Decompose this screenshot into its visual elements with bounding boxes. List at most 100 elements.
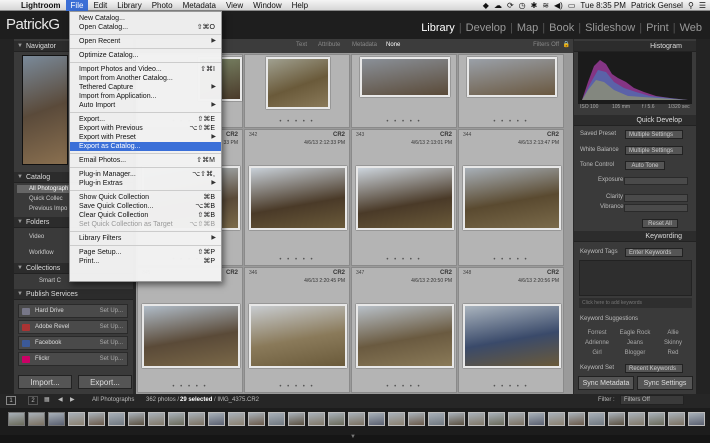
thumbnail[interactable] [249, 166, 347, 230]
suggestion[interactable]: Adrienne [578, 340, 616, 346]
filmstrip-thumb[interactable] [348, 412, 365, 426]
rating-dots[interactable]: • • • • • [245, 384, 349, 390]
import-button[interactable]: Import... [18, 375, 72, 389]
sync-settings-button[interactable]: Sync Settings [637, 376, 693, 390]
filmstrip-thumb[interactable] [388, 412, 405, 426]
menu-item[interactable]: Save Quick Collection... [79, 202, 153, 211]
filmstrip-thumb[interactable] [228, 412, 245, 426]
suggestion[interactable]: Red [654, 350, 692, 356]
menu-photo[interactable]: Photo [147, 0, 178, 11]
rating-dots[interactable]: • • • • • [352, 257, 456, 263]
menu-item[interactable]: Print... [79, 257, 99, 266]
menu-help[interactable]: Help [287, 0, 313, 11]
filmstrip-thumb[interactable] [368, 412, 385, 426]
filmstrip-thumb[interactable] [168, 412, 185, 426]
menu-window[interactable]: Window [248, 0, 286, 11]
thumbnail[interactable] [463, 304, 561, 368]
grid-cell[interactable]: 347 CR2 4/6/13 2:20:50 PM • • • • • [351, 267, 457, 393]
grid-cell[interactable]: 346 CR2 4/6/13 2:20:45 PM • • • • • [244, 267, 350, 393]
menu-metadata[interactable]: Metadata [178, 0, 221, 11]
filmstrip-thumb[interactable] [488, 412, 505, 426]
filmstrip-thumb[interactable] [588, 412, 605, 426]
histogram-header[interactable]: Histogram [574, 41, 696, 52]
filmstrip-thumb[interactable] [128, 412, 145, 426]
module-book[interactable]: Book [545, 22, 578, 34]
lock-icon[interactable]: 🔒 [563, 41, 570, 48]
filmstrip-thumb[interactable] [48, 412, 65, 426]
publish-facebook[interactable]: Facebook Set Up... [18, 336, 128, 350]
grid-icon[interactable]: ▦ [44, 396, 50, 403]
keyword-input[interactable]: Click here to add keywords [579, 298, 692, 308]
filter-none[interactable]: None [386, 42, 400, 48]
battery-icon[interactable]: ▭ [568, 1, 576, 10]
filter-select[interactable]: Filters Off [620, 395, 684, 405]
module-map[interactable]: Map [513, 22, 542, 34]
filmstrip-thumb[interactable] [548, 412, 565, 426]
bluetooth-icon[interactable]: ✱ [531, 1, 538, 10]
source-label[interactable]: All Photographs [92, 397, 134, 403]
list-icon[interactable]: ☰ [699, 1, 706, 10]
menu-item[interactable]: Library Filters [79, 234, 121, 243]
clarity-buttons[interactable] [624, 194, 688, 202]
menu-item[interactable]: Optimize Catalog... [79, 51, 139, 60]
right-edge[interactable] [696, 39, 710, 394]
rating-dots[interactable]: • • • • • [138, 384, 242, 390]
menu-item[interactable]: Clear Quick Collection [79, 211, 148, 220]
grid-cell[interactable]: • • • • • [244, 54, 350, 128]
thumbnail[interactable] [249, 304, 347, 368]
filmstrip-thumb[interactable] [468, 412, 485, 426]
filmstrip-thumb[interactable] [108, 412, 125, 426]
menu-item[interactable]: Open Recent [79, 37, 120, 46]
grid-cell[interactable]: 348 CR2 4/6/13 2:20:56 PM • • • • • [458, 267, 564, 393]
menu-file[interactable]: File [65, 0, 89, 11]
reset-all-button[interactable]: Reset All [642, 219, 678, 228]
suggestion[interactable]: Eagle Rock [616, 330, 654, 336]
grid-cell[interactable]: 344 CR2 4/6/13 2:13:47 PM • • • • • [458, 129, 564, 266]
menu-item[interactable]: Tethered Capture [79, 83, 133, 92]
filmstrip-thumb[interactable] [308, 412, 325, 426]
rating-dots[interactable]: • • • • • [245, 119, 349, 125]
thumbnail[interactable] [360, 57, 450, 97]
white-balance-select[interactable]: Multiple Settings [625, 146, 683, 155]
exposure-buttons[interactable] [624, 177, 688, 185]
filmstrip-thumb[interactable] [628, 412, 645, 426]
menu-item[interactable]: Import from Application... [79, 92, 156, 101]
page-2-button[interactable]: 2 [28, 396, 38, 405]
rating-dots[interactable]: • • • • • [245, 257, 349, 263]
dropbox-icon[interactable]: ◆ [483, 1, 489, 10]
menu-item[interactable]: Email Photos... [79, 156, 126, 165]
menu-item[interactable]: Import Photos and Video... [79, 65, 162, 74]
publish-header[interactable]: ▼ Publish Services [14, 289, 133, 300]
cloud-icon[interactable]: ☁ [494, 1, 502, 10]
filmstrip-thumb[interactable] [448, 412, 465, 426]
module-library[interactable]: Library [417, 22, 459, 34]
menu-edit[interactable]: Edit [88, 0, 112, 11]
spotlight-icon[interactable]: ⚲ [688, 1, 694, 10]
menu-item[interactable]: Plug-in Manager... [79, 170, 136, 179]
quick-develop-header[interactable]: Quick Develop [574, 115, 696, 126]
module-print[interactable]: Print [642, 22, 673, 34]
rating-dots[interactable]: • • • • • [459, 119, 563, 125]
thumbnail[interactable] [463, 166, 561, 230]
filters-off[interactable]: Filters Off [533, 42, 559, 48]
left-edge[interactable] [0, 39, 14, 394]
suggestion[interactable]: Allie [654, 330, 692, 336]
filmstrip-thumb[interactable] [508, 412, 525, 426]
menu-item[interactable]: Show Quick Collection [79, 193, 149, 202]
keyword-area[interactable] [579, 260, 692, 296]
filmstrip-thumb[interactable] [648, 412, 665, 426]
clock[interactable]: Tue 8:35 PM [580, 1, 626, 10]
identity-plate[interactable]: PatrickG [6, 16, 60, 33]
grid-cell[interactable]: • • • • • [458, 54, 564, 128]
auto-tone-button[interactable]: Auto Tone [625, 161, 665, 170]
user-name[interactable]: Patrick Gensel [631, 1, 683, 10]
clock-icon[interactable]: ◷ [519, 1, 526, 10]
filmstrip-thumb[interactable] [28, 412, 45, 426]
grid-cell[interactable]: 343 CR2 4/6/13 2:13:01 PM • • • • • [351, 129, 457, 266]
grid-cell[interactable]: 342 CR2 4/6/13 2:12:33 PM • • • • • [244, 129, 350, 266]
sync-icon[interactable]: ⟳ [507, 1, 514, 10]
menu-item[interactable]: Auto Import [79, 101, 115, 110]
thumbnail[interactable] [356, 304, 454, 368]
module-slideshow[interactable]: Slideshow [581, 22, 639, 34]
filmstrip-thumb[interactable] [288, 412, 305, 426]
